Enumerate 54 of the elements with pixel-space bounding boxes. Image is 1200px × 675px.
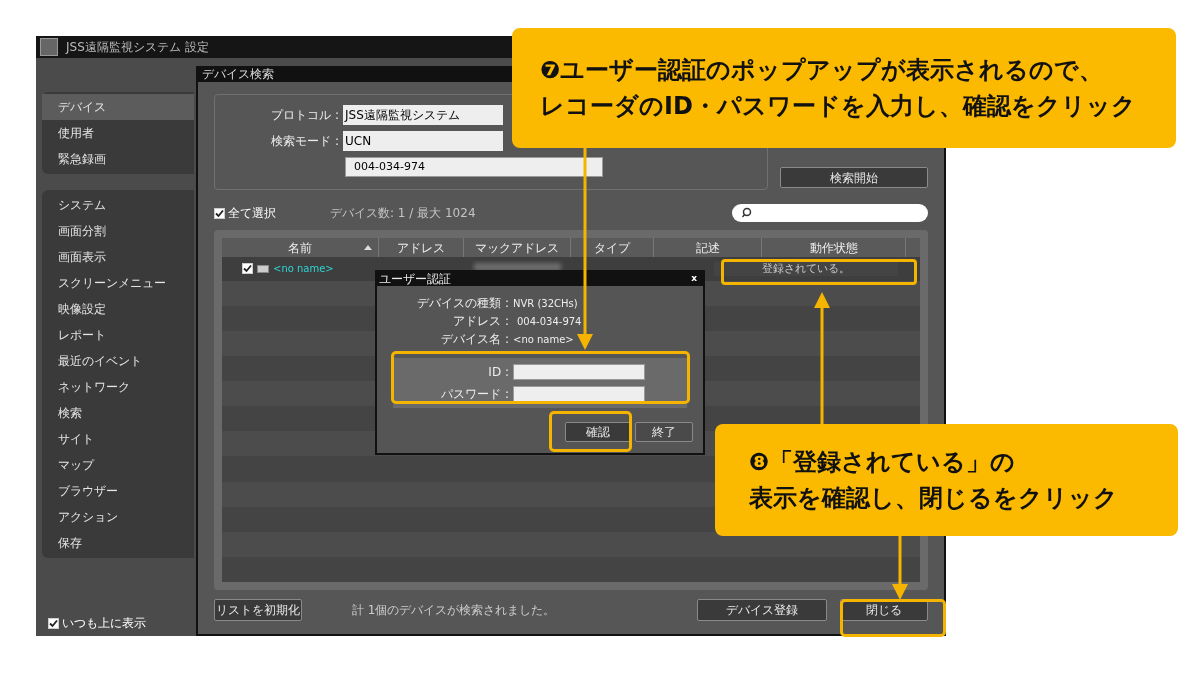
- sidebar-item[interactable]: 緊急録画: [42, 146, 194, 172]
- sidebar-item[interactable]: マップ: [42, 452, 194, 478]
- device-icon: [257, 264, 269, 273]
- app-icon: [40, 38, 58, 56]
- password-field[interactable]: [513, 386, 645, 402]
- table-cell: 登録されている。: [714, 262, 898, 277]
- sidebar-item[interactable]: サイト: [42, 426, 194, 452]
- info-label: デバイスの種類 :: [416, 295, 510, 312]
- checkbox[interactable]: [242, 263, 253, 275]
- sidebar-item[interactable]: システム: [42, 192, 194, 218]
- checkbox[interactable]: [48, 617, 59, 629]
- sidebar-item[interactable]: アクション: [42, 504, 194, 530]
- sidebar-item[interactable]: スクリーンメニュー: [42, 270, 194, 296]
- info-label: デバイス名 :: [440, 331, 510, 348]
- checkbox-label: 全て選択: [228, 205, 276, 222]
- window-title: JSS遠隔監視システム 設定: [66, 39, 209, 56]
- status-text: 計 1個のデバイスが検索されました。: [352, 602, 556, 619]
- search-field[interactable]: [732, 204, 928, 222]
- id-field[interactable]: [513, 364, 645, 380]
- info-value: NVR (32CHs): [513, 296, 578, 311]
- sidebar-item[interactable]: ブラウザー: [42, 478, 194, 504]
- info-value: <no name>: [513, 332, 574, 347]
- sidebar-item[interactable]: 保存: [42, 530, 194, 556]
- sidebar-item[interactable]: 最近のイベント: [42, 348, 194, 374]
- callout-text: ❽「登録されている」の: [749, 447, 1017, 477]
- checkbox-label: いつも上に表示: [62, 615, 146, 632]
- exit-button[interactable]: 終了: [635, 422, 693, 442]
- sidebar-item[interactable]: レポート: [42, 322, 194, 348]
- callout-text: レコーダのID・パスワードを入力し、確認をクリック: [540, 91, 1137, 121]
- confirm-button[interactable]: 確認: [565, 422, 631, 442]
- sidebar-item[interactable]: 画面表示: [42, 244, 194, 270]
- sidebar-item[interactable]: ネットワーク: [42, 374, 194, 400]
- sidebar-item[interactable]: 映像設定: [42, 296, 194, 322]
- sidebar-item[interactable]: デバイス: [42, 94, 194, 120]
- search-icon: [742, 207, 754, 219]
- sidebar-item[interactable]: 画面分割: [42, 218, 194, 244]
- address-field[interactable]: 004-034-974: [345, 157, 603, 177]
- reset-list-button[interactable]: リストを初期化: [214, 599, 302, 621]
- field-label: ID :: [487, 364, 510, 381]
- field-label: パスワード :: [440, 386, 510, 403]
- checkbox[interactable]: [214, 207, 225, 219]
- start-search-button[interactable]: 検索開始: [780, 167, 928, 188]
- device-count: デバイス数: 1 / 最大 1024: [330, 205, 476, 222]
- register-device-button[interactable]: デバイス登録: [697, 599, 827, 621]
- info-value: 004-034-974: [516, 314, 582, 329]
- field-label: プロトコル :: [270, 107, 340, 124]
- callout-text: 表示を確認し、閉じるをクリック: [749, 483, 1119, 513]
- dropdown[interactable]: UCN: [343, 131, 503, 151]
- dropdown[interactable]: JSS遠隔監視システム: [343, 105, 503, 125]
- table-cell-text: <no name>: [273, 262, 334, 277]
- field-label: 検索モード :: [270, 133, 340, 150]
- sidebar-item[interactable]: 使用者: [42, 120, 194, 146]
- info-label: アドレス :: [452, 313, 510, 330]
- sidebar-item[interactable]: 検索: [42, 400, 194, 426]
